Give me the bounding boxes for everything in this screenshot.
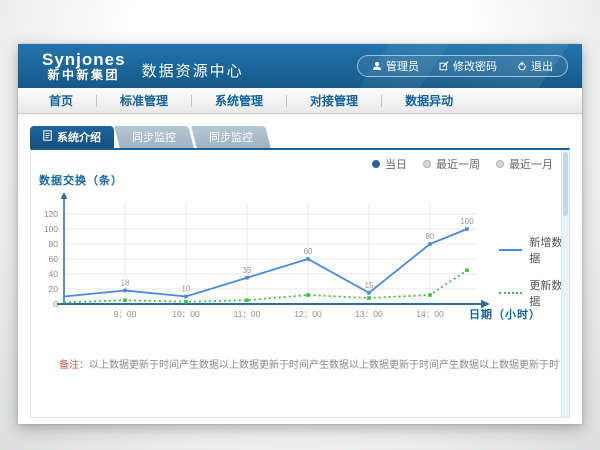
brand-logo-cn: 新中新集团 — [42, 69, 126, 82]
nav-item-home[interactable]: 首页 — [26, 92, 96, 109]
radio-option-last-month-label: 最近一月 — [509, 156, 553, 172]
legend-swatch-updated-data — [499, 292, 522, 294]
tab-system-intro[interactable]: 系统介绍 — [30, 126, 114, 148]
svg-text:100: 100 — [44, 224, 58, 234]
radio-option-last-week[interactable]: 最近一周 — [423, 156, 480, 172]
series-legend: 新增数据 更新数据 — [499, 234, 569, 309]
y-axis-title: 数据交换（条） — [39, 172, 123, 188]
power-icon — [517, 61, 527, 71]
svg-text:80: 80 — [426, 232, 435, 241]
footnote-body: 以上数据更新于时间产生数据以上数据更新于时间产生数据以上数据更新于时间产生数据以… — [89, 360, 559, 371]
svg-text:9：00: 9：00 — [114, 309, 137, 319]
change-password-label: 修改密码 — [453, 58, 497, 74]
legend-item-updated-data: 更新数据 — [499, 277, 569, 309]
page-title: 数据资源中心 — [142, 52, 244, 81]
tab-sync-monitor-1[interactable]: 同步监控 — [114, 126, 193, 148]
radio-option-last-week-label: 最近一周 — [436, 156, 480, 172]
radio-icon — [496, 160, 504, 168]
app-window: Synjones 新中新集团 数据资源中心 管理员 修改密码 — [18, 44, 582, 424]
svg-text:20: 20 — [49, 284, 59, 294]
svg-text:13：00: 13：00 — [355, 309, 383, 319]
svg-text:100: 100 — [460, 217, 474, 226]
nav-item-standard-mgmt[interactable]: 标准管理 — [97, 92, 191, 109]
svg-text:35: 35 — [243, 266, 252, 275]
svg-text:10：00: 10：00 — [172, 309, 200, 319]
panel-scrollbar[interactable] — [561, 150, 569, 417]
edit-icon — [439, 61, 449, 71]
main-nav: 首页 标准管理 系统管理 对接管理 数据异动 — [18, 88, 582, 114]
svg-text:12：00: 12：00 — [294, 309, 322, 319]
logout-label: 退出 — [531, 58, 553, 74]
tab-bar: 系统介绍 同步监控 同步监控 — [30, 126, 268, 148]
logout-button[interactable]: 退出 — [507, 58, 563, 74]
svg-text:15: 15 — [365, 281, 374, 290]
nav-item-data-change[interactable]: 数据异动 — [382, 92, 476, 109]
user-icon — [372, 61, 382, 71]
tab-sync-monitor-2-label: 同步监控 — [209, 129, 253, 145]
radio-icon — [372, 160, 380, 168]
footnote-prefix: 备注： — [59, 360, 89, 371]
svg-text:14：00: 14：00 — [416, 309, 444, 319]
legend-item-new-data: 新增数据 — [499, 234, 569, 266]
legend-swatch-new-data — [499, 249, 522, 251]
radio-option-today[interactable]: 当日 — [372, 156, 407, 172]
admin-user-button[interactable]: 管理员 — [362, 58, 429, 74]
change-password-button[interactable]: 修改密码 — [429, 58, 507, 74]
svg-text:10: 10 — [182, 285, 191, 294]
tab-sync-monitor-2[interactable]: 同步监控 — [191, 126, 270, 148]
footnote: 备注：以上数据更新于时间产生数据以上数据更新于时间产生数据以上数据更新于时间产生… — [59, 356, 559, 371]
user-toolbar: 管理员 修改密码 退出 — [357, 55, 568, 77]
brand-logo: Synjones 新中新集团 — [42, 51, 126, 81]
svg-text:18: 18 — [121, 279, 130, 288]
scrollbar-thumb[interactable] — [563, 152, 568, 216]
line-chart: 0204060801001209：0010：0011：0012：0013：001… — [41, 190, 501, 330]
svg-text:60: 60 — [49, 254, 59, 264]
nav-item-interface-mgmt[interactable]: 对接管理 — [287, 92, 381, 109]
radio-icon — [423, 160, 431, 168]
svg-text:60: 60 — [304, 247, 313, 256]
document-icon — [43, 130, 52, 144]
svg-text:120: 120 — [44, 209, 58, 219]
svg-text:11：00: 11：00 — [234, 309, 261, 319]
tab-system-intro-label: 系统介绍 — [57, 129, 101, 145]
content-area: 系统介绍 同步监控 同步监控 当日 最近一周 — [18, 114, 582, 424]
app-header: Synjones 新中新集团 数据资源中心 管理员 修改密码 — [18, 44, 582, 88]
svg-text:80: 80 — [49, 239, 59, 249]
radio-option-today-label: 当日 — [385, 156, 407, 172]
time-range-filter: 当日 最近一周 最近一月 — [372, 156, 553, 172]
admin-user-label: 管理员 — [386, 58, 419, 74]
x-axis-title: 日期（小时） — [469, 306, 541, 322]
tab-sync-monitor-1-label: 同步监控 — [132, 129, 176, 145]
chart-panel: 当日 最近一周 最近一月 数据交换（条） 0204060801001209：00… — [30, 148, 570, 418]
brand-logo-en: Synjones — [42, 51, 126, 69]
nav-item-system-mgmt[interactable]: 系统管理 — [192, 92, 286, 109]
radio-option-last-month[interactable]: 最近一月 — [496, 156, 553, 172]
svg-text:40: 40 — [49, 269, 59, 279]
page-background: Synjones 新中新集团 数据资源中心 管理员 修改密码 — [0, 0, 600, 450]
